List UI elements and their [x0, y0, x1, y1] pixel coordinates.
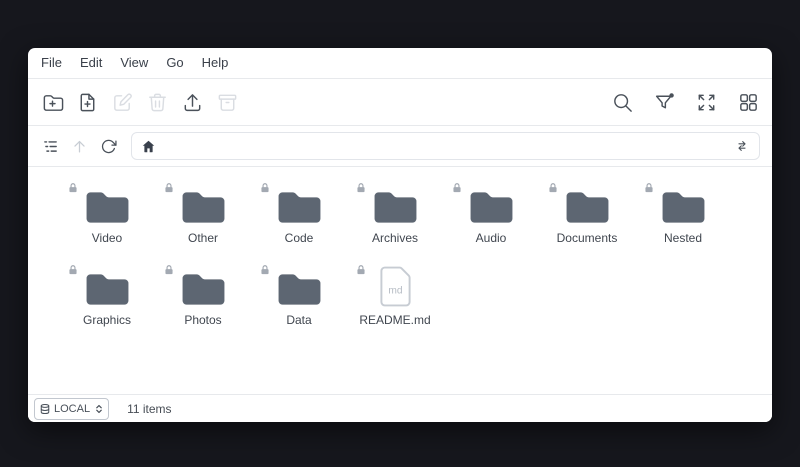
lock-icon	[451, 181, 463, 199]
toolbar	[28, 79, 772, 126]
file-item[interactable]: Data	[251, 263, 347, 345]
file-label: README.md	[347, 313, 443, 327]
refresh-icon	[100, 138, 117, 155]
file-label: Video	[59, 231, 155, 245]
lock-icon	[259, 263, 271, 281]
trash-button[interactable]	[145, 90, 169, 114]
status-bar: LOCAL 11 items	[28, 394, 772, 422]
file-item[interactable]: Graphics	[59, 263, 155, 345]
tree-toggle-icon	[42, 138, 59, 155]
file-grid: VideoOtherCodeArchivesAudioDocumentsNest…	[28, 167, 772, 394]
lock-icon	[67, 181, 79, 199]
lock-icon	[355, 263, 367, 281]
new-folder-button[interactable]	[40, 90, 64, 114]
grid-view-icon	[737, 91, 760, 114]
expand-icon	[695, 91, 718, 114]
lock-icon	[163, 181, 175, 199]
file-label: Nested	[635, 231, 731, 245]
lock-icon	[355, 181, 367, 199]
go-up-button[interactable]	[69, 136, 89, 156]
menu-help[interactable]: Help	[193, 48, 238, 78]
edit-icon	[111, 91, 134, 114]
items-count: 11 items	[127, 402, 171, 416]
file-item[interactable]: Nested	[635, 181, 731, 263]
file-item[interactable]: Photos	[155, 263, 251, 345]
file-item[interactable]: md README.md	[347, 263, 443, 345]
menu-edit[interactable]: Edit	[71, 48, 111, 78]
go-up-icon	[71, 138, 88, 155]
expand-button[interactable]	[694, 90, 718, 114]
swap-icon[interactable]	[734, 138, 750, 154]
file-item[interactable]: Code	[251, 181, 347, 263]
volume-select[interactable]: LOCAL	[34, 398, 109, 420]
menu-go[interactable]: Go	[157, 48, 192, 78]
toolbar-right-group	[610, 90, 760, 114]
file-item[interactable]: Audio	[443, 181, 539, 263]
lock-icon	[163, 263, 175, 281]
file-item[interactable]: Video	[59, 181, 155, 263]
stepper-icon	[93, 403, 105, 415]
file-label: Archives	[347, 231, 443, 245]
file-label: Photos	[155, 313, 251, 327]
lock-icon	[643, 181, 655, 199]
file-item[interactable]: Documents	[539, 181, 635, 263]
trash-icon	[146, 91, 169, 114]
menu-view[interactable]: View	[111, 48, 157, 78]
lock-icon	[547, 181, 559, 199]
upload-icon	[181, 91, 204, 114]
file-item[interactable]: Other	[155, 181, 251, 263]
file-label: Documents	[539, 231, 635, 245]
lock-icon	[67, 263, 79, 281]
file-label: Code	[251, 231, 347, 245]
toolbar-left-group	[40, 90, 239, 114]
new-folder-icon	[41, 91, 64, 114]
file-label: Other	[155, 231, 251, 245]
filter-button[interactable]	[652, 90, 676, 114]
filter-icon	[653, 91, 676, 114]
menu-bar: FileEditViewGoHelp	[28, 48, 772, 79]
database-icon	[39, 403, 51, 415]
refresh-button[interactable]	[98, 136, 118, 156]
archive-icon	[216, 91, 239, 114]
archive-button[interactable]	[215, 90, 239, 114]
home-icon[interactable]	[141, 139, 156, 154]
file-manager-window: FileEditViewGoHelp VideoOtherCodeArchive…	[28, 48, 772, 422]
file-label: Graphics	[59, 313, 155, 327]
edit-button[interactable]	[110, 90, 134, 114]
file-label: Audio	[443, 231, 539, 245]
nav-buttons	[40, 136, 118, 156]
svg-text:md: md	[388, 285, 402, 296]
tree-toggle-button[interactable]	[40, 136, 60, 156]
menu-file[interactable]: File	[32, 48, 71, 78]
path-bar[interactable]	[131, 132, 760, 160]
upload-button[interactable]	[180, 90, 204, 114]
grid-view-button[interactable]	[736, 90, 760, 114]
file-item[interactable]: Archives	[347, 181, 443, 263]
new-file-button[interactable]	[75, 90, 99, 114]
search-button[interactable]	[610, 90, 634, 114]
file-label: Data	[251, 313, 347, 327]
navigation-bar	[28, 126, 772, 167]
volume-select-label: LOCAL	[54, 403, 90, 415]
search-icon	[611, 91, 634, 114]
lock-icon	[259, 181, 271, 199]
new-file-icon	[76, 91, 99, 114]
